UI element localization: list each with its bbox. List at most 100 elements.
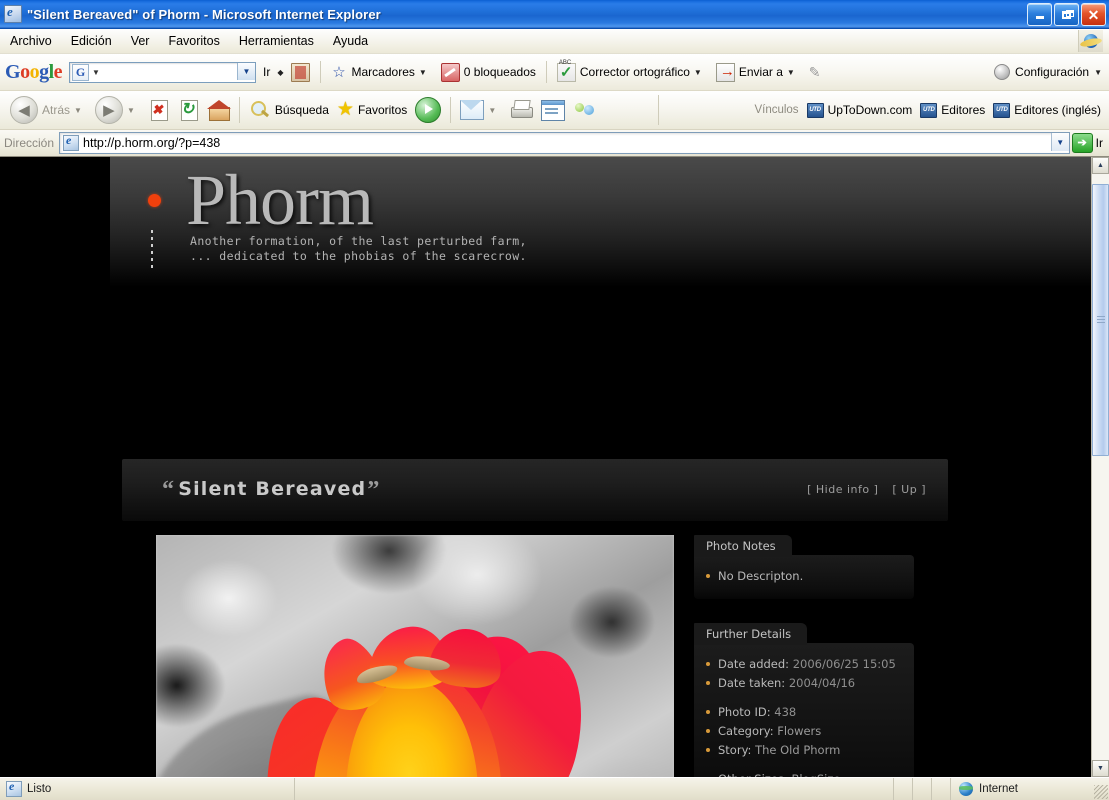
- chevron-down-icon[interactable]: ▼: [488, 106, 496, 115]
- browser-window: "Silent Bereaved" of Phorm - Microsoft I…: [0, 0, 1109, 800]
- page-viewport: Phorm Another formation, of the last per…: [0, 157, 1109, 777]
- list-item: Date added: 2006/06/25 15:05: [704, 656, 904, 672]
- forward-arrow-icon: ▶: [94, 96, 123, 124]
- google-site-badge-icon: G: [72, 63, 90, 81]
- globe-icon: [959, 782, 973, 796]
- star-icon: [337, 99, 354, 121]
- list-item: No Descripton.: [704, 568, 904, 584]
- chevron-down-icon[interactable]: ▼: [74, 106, 82, 115]
- print-button[interactable]: [505, 100, 537, 120]
- further-details-list: Date added: 2006/06/25 15:05 Date taken:…: [704, 656, 904, 777]
- google-search-dropdown-icon[interactable]: ▼: [237, 62, 256, 80]
- link-uptodown[interactable]: UTD UpToDown.com: [806, 102, 912, 118]
- close-button[interactable]: ✕: [1081, 3, 1106, 26]
- scroll-down-button[interactable]: ▼: [1092, 760, 1109, 777]
- ie-brand-logo-icon: [1078, 30, 1103, 52]
- menu-archivo[interactable]: Archivo: [1, 32, 61, 50]
- category-link[interactable]: Flowers: [777, 724, 821, 738]
- photo-image[interactable]: [156, 535, 674, 777]
- menu-favoritos[interactable]: Favoritos: [159, 32, 228, 50]
- search-button[interactable]: Búsqueda: [245, 99, 333, 121]
- maximize-restore-button[interactable]: [1054, 3, 1079, 26]
- google-bookmarks-button[interactable]: Marcadores ▼: [324, 62, 434, 83]
- refresh-button[interactable]: [174, 99, 204, 121]
- printer-icon: [509, 100, 534, 120]
- google-settings-button[interactable]: Configuración ▼: [994, 64, 1102, 80]
- stop-button[interactable]: [144, 99, 174, 121]
- scrollbar-thumb[interactable]: [1092, 184, 1109, 456]
- photo-title-text: Silent Bereaved: [178, 478, 367, 500]
- search-icon: [249, 99, 271, 121]
- messenger-button[interactable]: [569, 100, 601, 120]
- status-text: Listo: [27, 783, 52, 795]
- edit-button[interactable]: [537, 99, 569, 121]
- dotted-line-decoration: [151, 230, 153, 270]
- chevron-down-icon: ▼: [1094, 67, 1102, 77]
- scrollbar-track[interactable]: [1092, 174, 1109, 760]
- links-bar-label: Vínculos: [754, 104, 799, 116]
- back-button[interactable]: ◀ Atrás ▼: [6, 96, 91, 124]
- divider: [658, 95, 659, 125]
- google-popup-blocker-button[interactable]: 0 bloqueados: [434, 61, 543, 84]
- google-send-to-button[interactable]: Enviar a ▼: [709, 61, 802, 84]
- panel-title: Photo Notes: [694, 535, 792, 557]
- divider: [238, 97, 240, 123]
- hide-info-link[interactable]: [ Hide info ]: [807, 483, 878, 496]
- up-link[interactable]: [ Up ]: [892, 483, 926, 496]
- google-history-button[interactable]: [284, 61, 317, 84]
- forward-button[interactable]: ▶ ▼: [91, 96, 144, 124]
- pencil-icon: [809, 64, 826, 81]
- status-message: Listo: [0, 778, 295, 800]
- media-button[interactable]: [411, 97, 445, 123]
- rose-subject: [248, 623, 599, 777]
- url-input[interactable]: http://p.horm.org/?p=438 ▼: [59, 132, 1070, 154]
- go-button[interactable]: ➔ Ir: [1071, 133, 1109, 153]
- panel-photo-notes: Photo Notes No Descripton.: [694, 535, 914, 599]
- status-slot-3: [932, 778, 951, 800]
- google-search-input[interactable]: G ▼ ▼: [69, 61, 257, 83]
- chevron-down-icon[interactable]: ▼: [127, 106, 135, 115]
- uptodown-badge-icon: UTD: [920, 102, 938, 118]
- list-item: Other Sizes: BlogSize: [704, 771, 904, 777]
- uptodown-badge-icon: UTD: [806, 102, 824, 118]
- quote-close: ”: [367, 477, 381, 503]
- url-history-dropdown-icon[interactable]: ▼: [1050, 133, 1069, 151]
- google-autofill-button[interactable]: [802, 62, 833, 83]
- go-arrow-icon: ➔: [1071, 133, 1093, 153]
- menu-edicion[interactable]: Edición: [62, 32, 121, 50]
- link-editores-ingles[interactable]: UTD Editores (inglés): [993, 102, 1101, 118]
- chevron-down-icon: ▼: [693, 67, 702, 77]
- resize-grip[interactable]: [1094, 785, 1108, 799]
- page-icon: [63, 133, 80, 151]
- chevron-down-icon: ▼: [786, 67, 795, 77]
- google-logo: Google: [5, 60, 63, 83]
- blogsize-link[interactable]: BlogSize: [791, 772, 840, 777]
- photo-notes-list: No Descripton.: [704, 568, 904, 584]
- favorites-button[interactable]: Favoritos: [333, 99, 411, 121]
- menu-bar: Archivo Edición Ver Favoritos Herramient…: [0, 29, 1109, 54]
- scroll-up-button[interactable]: ▲: [1092, 157, 1109, 174]
- links-bar: Vínculos UTD UpToDown.com UTD Editores U…: [754, 102, 1101, 118]
- menu-ayuda[interactable]: Ayuda: [324, 32, 377, 50]
- mail-button[interactable]: ▼: [456, 100, 505, 120]
- address-bar-label: Dirección: [4, 136, 55, 150]
- google-go-button[interactable]: Ir: [256, 63, 277, 81]
- status-spacer: [295, 778, 894, 800]
- site-logo[interactable]: Phorm: [186, 164, 374, 236]
- title-bar: "Silent Bereaved" of Phorm - Microsoft I…: [0, 0, 1109, 29]
- story-link[interactable]: The Old Phorm: [755, 743, 840, 757]
- list-item: Photo ID: 438: [704, 704, 904, 720]
- window-controls: ✕: [1027, 3, 1106, 26]
- quote-open: “: [162, 477, 176, 503]
- security-zone[interactable]: Internet: [951, 778, 1109, 800]
- google-spellcheck-button[interactable]: Corrector ortográfico ▼: [550, 60, 709, 84]
- minimize-button[interactable]: [1027, 3, 1052, 26]
- list-item: Story: The Old Phorm: [704, 742, 904, 758]
- menu-ver[interactable]: Ver: [122, 32, 159, 50]
- home-button[interactable]: [204, 99, 234, 121]
- menu-herramientas[interactable]: Herramientas: [230, 32, 323, 50]
- panel-title: Further Details: [694, 623, 808, 645]
- settings-ball-icon: [994, 64, 1011, 80]
- vertical-scrollbar[interactable]: ▲ ▼: [1091, 157, 1109, 777]
- link-editores[interactable]: UTD Editores: [920, 102, 985, 118]
